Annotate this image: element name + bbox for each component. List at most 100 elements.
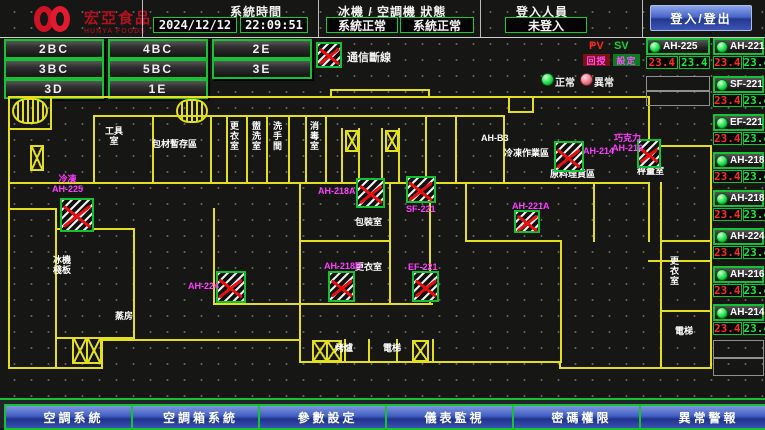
room-label: 工具 室 [105,126,123,146]
unit-status-sf-221[interactable]: SF-221 [713,76,764,93]
unit-status-ef-221[interactable]: EF-221 [713,114,764,131]
plan-wall [389,182,391,305]
room-label: 電梯 [675,326,693,336]
equipment-label: AH-218B [324,261,362,271]
elevator-shaft-icon [385,130,399,152]
unit-pv-value: 23.4 [713,132,742,145]
unit-values: 23.423.4 [713,56,764,69]
unit-values: 23.423.4 [713,208,764,221]
unit-pv-value: 23.4 [713,208,742,221]
plan-wall [299,240,391,242]
empty-unit-slot [646,76,710,91]
nav-button-4[interactable]: 儀表監視 [385,404,524,430]
nav-button-6[interactable]: 異常警報 [639,404,765,430]
unit-name-label: AH-225 [663,41,697,52]
empty-unit-slot [713,340,764,358]
unit-led-icon [649,41,661,53]
plan-wall [299,182,301,341]
room-label: 烤爐 [335,343,353,353]
bottom-nav-bar: 空調系統空調箱系統參數設定儀表監視密碼權限異常警報 [0,398,765,428]
plan-wall [246,115,248,184]
floor-button-2e[interactable]: 2E [212,39,312,59]
unit-pv-value: 23.4 [713,322,742,335]
equipment-label: 巧克力 AH-216 [612,133,643,153]
elevator-shaft-icon [30,145,44,171]
ahu-offline-icon-ah-225[interactable] [60,198,94,232]
unit-sv-value: 23.4 [679,56,711,69]
room-label: 包材暫存區 [152,139,197,149]
stairs-icon [12,98,48,124]
unit-pv-value: 23.4 [713,56,742,69]
unit-status-ah-216[interactable]: AH-216 [713,266,764,283]
nav-button-5[interactable]: 密碼權限 [512,404,651,430]
nav-button-3[interactable]: 參數設定 [258,404,397,430]
plan-wall [648,182,650,242]
unit-status-ah-225[interactable]: AH-225 [646,38,710,55]
ahu-offline-icon-ef-221[interactable] [412,271,439,302]
unit-name-label: AH-218A [730,155,765,166]
equipment-label: AH-214 [583,146,614,156]
ahu-offline-icon-sf-221[interactable] [406,176,436,203]
elevator-shaft-icon [72,337,102,364]
unit-name-label: AH-224 [730,231,764,242]
unit-led-icon [716,307,728,319]
plan-wall [465,240,562,242]
equipment-label: 冷凍 AH-225 [52,174,83,194]
room-label: 消毒室 [309,121,320,151]
nav-button-1[interactable]: 空調系統 [4,404,143,430]
plan-wall [152,115,154,184]
floor-button-2bc[interactable]: 2BC [4,39,104,59]
plan-wall [381,128,383,184]
plan-wall [330,89,430,91]
unit-values: 23.423.4 [713,322,764,335]
unit-status-ah-218a[interactable]: AH-218A [713,152,764,169]
plan-wall [288,115,290,184]
login-logout-button[interactable]: 登入/登出 [650,5,752,31]
plan-wall [455,115,457,184]
floor-button-3bc[interactable]: 3BC [4,59,104,79]
room-label: 更衣室 [669,256,680,286]
unit-status-ah-218b[interactable]: AH-218B [713,190,764,207]
floor-button-3e[interactable]: 3E [212,59,312,79]
unit-pv-value: 23.4 [713,94,742,107]
plan-wall [660,182,662,369]
plan-wall [305,115,307,184]
system-date-value: 2024/12/12 [153,17,237,33]
unit-pv-value: 23.4 [713,246,742,259]
floor-button-4bc[interactable]: 4BC [108,39,208,59]
unit-sv-value: 23.4 [743,56,765,69]
plan-wall [432,339,434,363]
ahu-offline-icon-ah-214[interactable] [554,141,584,172]
abnormal-led-icon [580,73,593,86]
floor-button-5bc[interactable]: 5BC [108,59,208,79]
plan-wall [93,115,505,117]
plan-wall [559,367,712,369]
plan-wall [660,240,710,242]
unit-pv-value: 23.4 [646,56,678,69]
ahu-offline-icon-ah-218a[interactable] [356,178,385,208]
unit-sv-value: 23.4 [743,246,765,259]
abnormal-legend-label: 異常 [594,74,614,89]
unit-led-icon [716,155,728,167]
plan-wall [266,115,268,184]
brand-logo-icon [34,6,80,33]
normal-legend-label: 正常 [555,74,575,89]
ahu-offline-icon-ah-221a[interactable] [514,210,540,233]
nav-button-2[interactable]: 空調箱系統 [131,404,270,430]
unit-led-icon [716,269,728,281]
plan-wall [508,111,534,113]
plan-wall [8,208,56,210]
plan-wall [93,115,95,184]
unit-pv-value: 23.4 [713,170,742,183]
sv-header-label: SV [614,40,629,52]
unit-status-ah-214[interactable]: AH-214 [713,304,764,321]
ahu-offline-icon-ah-224[interactable] [216,271,246,303]
unit-status-ah-224[interactable]: AH-224 [713,228,764,245]
divider [318,0,319,37]
unit-values: 23.423.4 [713,246,764,259]
ahu-offline-icon-ah-218b[interactable] [328,271,355,302]
unit-status-ah-221a[interactable]: AH-221A [713,38,764,55]
ahu-status-value: 系統正常 [400,17,474,33]
unit-led-icon [716,79,728,91]
comm-error-icon [316,42,342,68]
